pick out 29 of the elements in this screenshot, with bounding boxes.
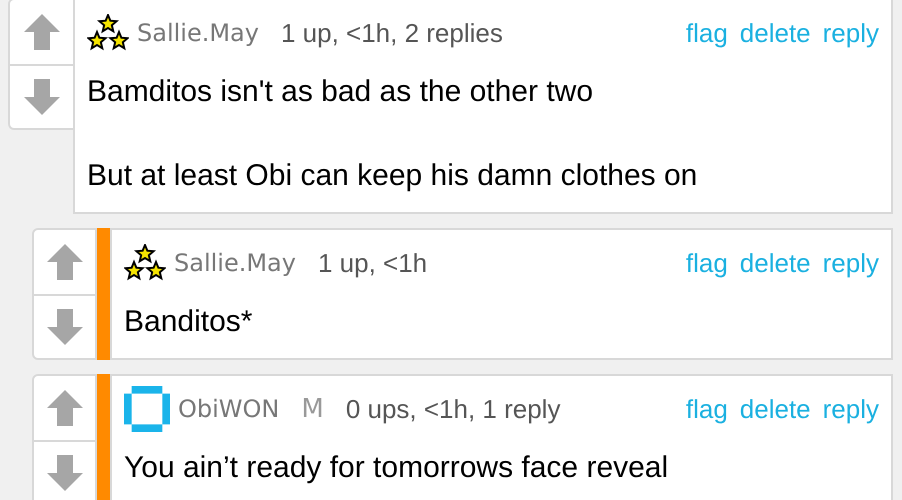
up-arrow-icon xyxy=(46,244,82,280)
stars-icon xyxy=(124,244,166,282)
comment-meta: 0 ups, <1h, 1 reply xyxy=(346,394,560,424)
user-tag: M xyxy=(301,394,324,424)
action-link[interactable]: flag xyxy=(686,248,728,278)
action-link[interactable]: delete xyxy=(740,248,811,278)
comment-text: Banditos* xyxy=(124,304,254,340)
username-link[interactable]: Sallie.May xyxy=(137,19,259,47)
action-link[interactable]: reply xyxy=(822,394,879,424)
up-arrow-icon xyxy=(46,390,82,426)
username-link[interactable]: Sallie.May xyxy=(174,249,296,277)
action-link[interactable]: flag xyxy=(686,18,728,48)
comment-text: You ain’t ready for tomorrows face reveal xyxy=(124,450,670,486)
action-link[interactable]: reply xyxy=(822,18,879,48)
down-arrow-icon xyxy=(24,79,60,115)
comment-meta: 1 up, <1h, 2 replies xyxy=(280,18,503,48)
comment-text: Bamditos isn't as bad as the other two xyxy=(87,74,594,110)
stars-icon xyxy=(87,14,129,52)
down-arrow-icon xyxy=(46,309,82,345)
comment-meta: 1 up, <1h xyxy=(318,248,428,278)
up-arrow-icon xyxy=(24,14,60,50)
comment-text: But at least Obi can keep his damn clothes on xyxy=(87,158,698,194)
action-link[interactable]: flag xyxy=(686,394,728,424)
action-link[interactable]: delete xyxy=(740,18,811,48)
action-link[interactable]: reply xyxy=(822,248,879,278)
square-outline-icon xyxy=(124,386,170,432)
down-arrow-icon xyxy=(46,455,82,491)
action-link[interactable]: delete xyxy=(740,394,811,424)
username-link[interactable]: ObiWON xyxy=(178,395,280,423)
